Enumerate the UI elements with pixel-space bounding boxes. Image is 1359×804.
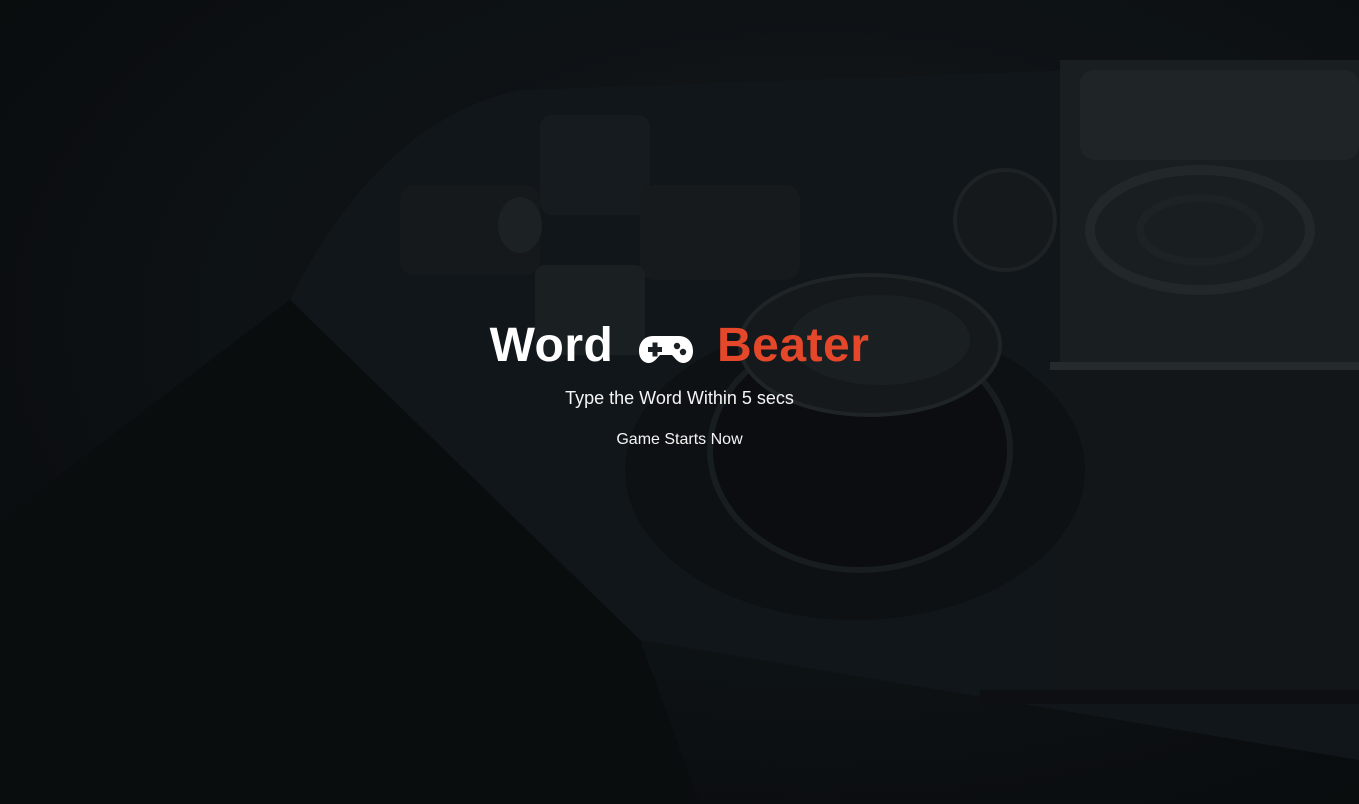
game-status-message: Game Starts Now — [616, 431, 743, 448]
instructions-text: Type the Word Within 5 secs — [565, 388, 794, 408]
intro-panel: Word Beater Type the Word Within 5 secs … — [0, 318, 1359, 451]
title-word: Word — [489, 319, 614, 372]
gamepad-icon — [639, 322, 694, 363]
title-accent-word: Beater — [717, 319, 870, 372]
game-screen: Word Beater Type the Word Within 5 secs … — [0, 0, 1359, 804]
page-title: Word Beater — [0, 318, 1359, 374]
